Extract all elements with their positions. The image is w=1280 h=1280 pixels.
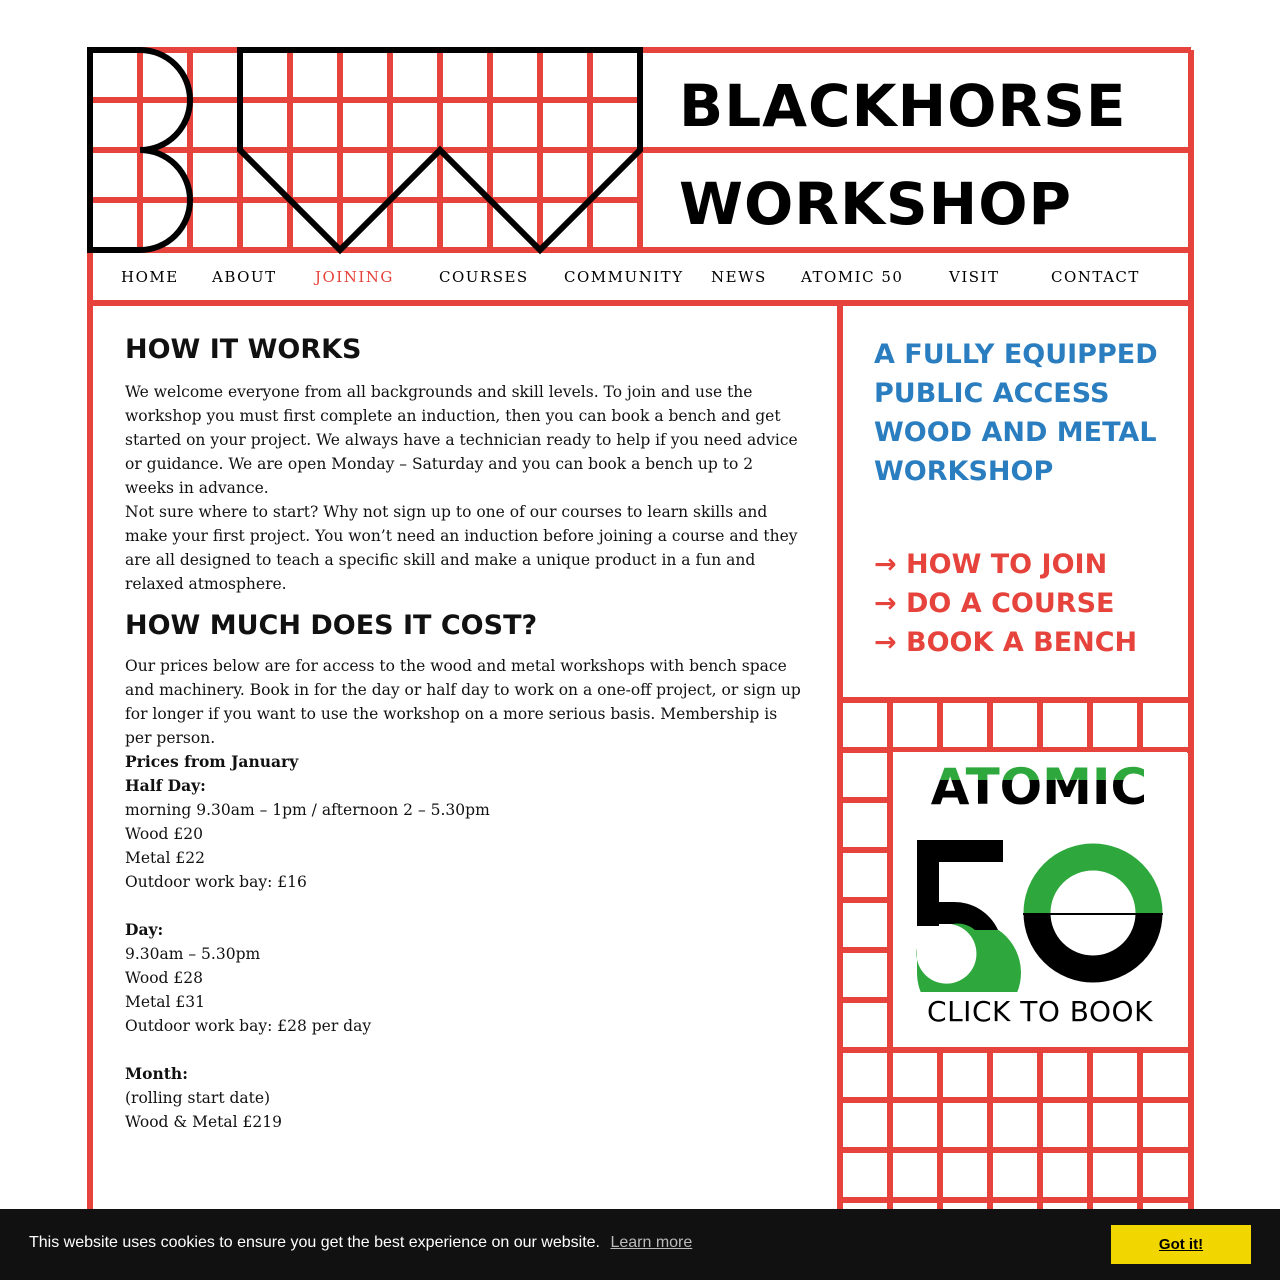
half-day-wood: Wood £20: [125, 825, 203, 843]
heading-cost: HOW MUCH DOES IT COST?: [125, 610, 538, 641]
day-title: Day:: [125, 920, 164, 939]
half-day-hours: morning 9.30am – 1pm / afternoon 2 – 5.3…: [125, 801, 490, 819]
main-nav: HOME ABOUT JOINING COURSES COMMUNITY NEW…: [93, 253, 1188, 301]
atomic-zero: [1023, 843, 1163, 983]
nav-home[interactable]: HOME: [121, 268, 179, 286]
main-content: HOW IT WORKS We welcome everyone from al…: [125, 332, 805, 1158]
half-day-outdoor: Outdoor work bay: £16: [125, 873, 307, 891]
tagline-line: A FULLY EQUIPPED: [874, 339, 1158, 370]
brand-title-line-2[interactable]: WORKSHOP: [679, 175, 1072, 233]
atomic-50-logo: ATOMIC ATOMIC: [916, 758, 1163, 1025]
day-wood: Wood £28: [125, 969, 203, 987]
nav-community[interactable]: COMMUNITY: [564, 268, 684, 286]
intro-paragraph: We welcome everyone from all backgrounds…: [125, 383, 798, 497]
cookie-banner: This website uses cookies to ensure you …: [0, 1209, 1280, 1280]
nav-courses[interactable]: COURSES: [439, 268, 529, 286]
sidebar: A FULLY EQUIPPED PUBLIC ACCESS WOOD AND …: [874, 335, 1174, 662]
tagline-line: PUBLIC ACCESS: [874, 378, 1110, 409]
month-wood-metal: Wood & Metal £219: [125, 1113, 282, 1131]
courses-paragraph: Not sure where to start? Why not sign up…: [125, 503, 798, 593]
nav-contact[interactable]: CONTACT: [1051, 268, 1140, 286]
atomic-five: [916, 840, 1021, 1025]
cookie-message: This website uses cookies to ensure you …: [29, 1234, 692, 1252]
sidebar-cta-list: → HOW TO JOIN → DO A COURSE → BOOK A BEN…: [874, 545, 1174, 662]
nav-news[interactable]: NEWS: [711, 268, 767, 286]
month-note: (rolling start date): [125, 1089, 271, 1107]
learn-more-link[interactable]: Learn more: [610, 1234, 692, 1251]
day-prices: Day: 9.30am – 5.30pm Wood £28 Metal £31 …: [125, 918, 805, 1038]
prices-from-label: Prices from January: [125, 752, 299, 771]
cookie-message-text: This website uses cookies to ensure you …: [29, 1234, 600, 1251]
nav-about[interactable]: ABOUT: [212, 268, 277, 286]
page-frame: BLACKHORSE WORKSHOP HOME ABOUT JOINING C…: [87, 47, 1194, 1280]
nav-visit[interactable]: VISIT: [949, 268, 999, 286]
month-prices: Month: (rolling start date) Wood & Metal…: [125, 1062, 805, 1134]
how-to-join-link[interactable]: → HOW TO JOIN: [874, 545, 1174, 584]
cookie-accept-button[interactable]: Got it!: [1111, 1225, 1251, 1264]
nav-joining[interactable]: JOINING: [315, 268, 394, 286]
half-day-title: Half Day:: [125, 776, 206, 795]
nav-atomic-50[interactable]: ATOMIC 50: [801, 268, 903, 286]
brand-title-line-1[interactable]: BLACKHORSE: [679, 77, 1126, 135]
do-a-course-link[interactable]: → DO A COURSE: [874, 584, 1174, 623]
prices-intro-paragraph: Our prices below are for access to the w…: [125, 657, 801, 747]
sidebar-tagline: A FULLY EQUIPPED PUBLIC ACCESS WOOD AND …: [874, 335, 1174, 491]
tagline-line: WORKSHOP: [874, 456, 1054, 487]
heading-how-it-works: HOW IT WORKS: [125, 334, 362, 365]
day-metal: Metal £31: [125, 993, 205, 1011]
book-a-bench-link[interactable]: → BOOK A BENCH: [874, 623, 1174, 662]
day-outdoor: Outdoor work bay: £28 per day: [125, 1017, 372, 1035]
tagline-line: WOOD AND METAL: [874, 417, 1157, 448]
half-day-prices: Half Day: morning 9.30am – 1pm / afterno…: [125, 774, 805, 894]
day-hours: 9.30am – 5.30pm: [125, 945, 261, 963]
click-to-book-label[interactable]: CLICK TO BOOK: [893, 995, 1187, 1028]
month-title: Month:: [125, 1064, 188, 1083]
half-day-metal: Metal £22: [125, 849, 205, 867]
atomic-50-banner[interactable]: ATOMIC ATOMIC CLICK TO BOOK: [893, 752, 1187, 1047]
